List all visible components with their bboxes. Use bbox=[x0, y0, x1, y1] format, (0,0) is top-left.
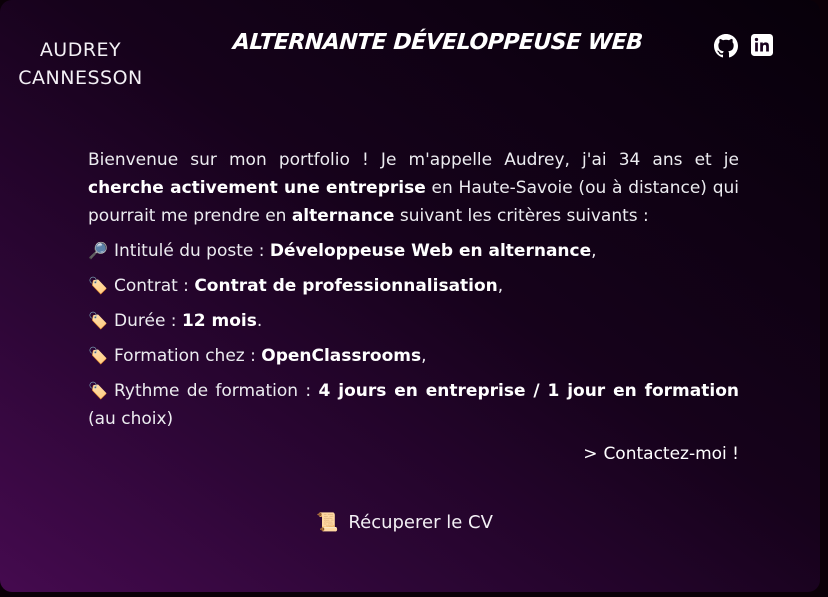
criteria-label: Durée : bbox=[114, 311, 182, 331]
criteria-list: 🔎 Intitulé du poste : Développeuse Web en… bbox=[88, 237, 739, 433]
contact-link[interactable]: > Contactez-moi ! bbox=[583, 444, 739, 464]
intro-highlight-search: cherche activement une entreprise bbox=[88, 178, 426, 198]
criteria-item-rhythm: 🏷️ Rythme de formation : 4 jours en entre… bbox=[88, 377, 739, 433]
label-tag-icon: 🏷️ bbox=[88, 346, 108, 365]
intro-text-3: suivant les critères suivants : bbox=[394, 206, 649, 226]
criteria-item-training: 🏷️ Formation chez : OpenClassrooms, bbox=[88, 342, 739, 370]
github-link[interactable] bbox=[714, 34, 738, 58]
chevron-right-icon: > bbox=[583, 444, 598, 464]
criteria-value: Contrat de professionnalisation bbox=[194, 276, 498, 296]
scroll-icon: 📜 bbox=[316, 512, 339, 533]
criteria-value: OpenClassrooms bbox=[261, 346, 422, 366]
name-first: AUDREY bbox=[39, 39, 122, 61]
criteria-label: Formation chez : bbox=[114, 346, 262, 366]
intro-section: Bienvenue sur mon portfolio ! Je m'appel… bbox=[88, 146, 739, 468]
site-owner-name[interactable]: AUDREY CANNESSON bbox=[8, 36, 153, 92]
download-cv-button[interactable]: 📜 Récuperer le CV bbox=[316, 512, 493, 533]
label-tag-icon: 🏷️ bbox=[88, 311, 108, 330]
criteria-value: Développeuse Web en alternance bbox=[269, 241, 592, 261]
magnifier-icon: 🔎 bbox=[88, 241, 108, 260]
criteria-suffix: , bbox=[591, 241, 597, 261]
page-title: ALTERNANTE DÉVELOPPEUSE WEB bbox=[232, 30, 644, 55]
criteria-item-duration: 🏷️ Durée : 12 mois. bbox=[88, 307, 739, 335]
intro-highlight-alternance: alternance bbox=[291, 206, 395, 226]
criteria-label: Contrat : bbox=[114, 276, 195, 296]
linkedin-icon bbox=[751, 34, 773, 56]
label-tag-icon: 🏷️ bbox=[88, 381, 108, 400]
criteria-value: 12 mois bbox=[181, 311, 257, 331]
criteria-label: Rythme de formation : bbox=[114, 381, 319, 401]
criteria-suffix: (au choix) bbox=[88, 409, 174, 429]
intro-text-1: Bienvenue sur mon portfolio ! Je m'appel… bbox=[88, 150, 739, 170]
linkedin-link[interactable] bbox=[751, 34, 773, 58]
name-last: CANNESSON bbox=[18, 67, 143, 89]
criteria-value: 4 jours en entreprise / 1 jour en format… bbox=[318, 381, 739, 401]
label-tag-icon: 🏷️ bbox=[88, 276, 108, 295]
github-icon bbox=[714, 34, 738, 58]
contact-row: > Contactez-moi ! bbox=[88, 440, 739, 468]
criteria-item-contract: 🏷️ Contrat : Contrat de professionnalisat… bbox=[88, 272, 739, 300]
criteria-suffix: . bbox=[256, 311, 263, 331]
criteria-suffix: , bbox=[421, 346, 427, 366]
contact-label: Contactez-moi ! bbox=[603, 444, 739, 464]
download-cv-label: Récuperer le CV bbox=[348, 512, 493, 533]
portfolio-card: AUDREY CANNESSON ALTERNANTE DÉVELOPPEUSE… bbox=[0, 0, 820, 592]
intro-paragraph: Bienvenue sur mon portfolio ! Je m'appel… bbox=[88, 146, 739, 230]
criteria-item-job-title: 🔎 Intitulé du poste : Développeuse Web en… bbox=[88, 237, 739, 265]
social-links bbox=[714, 34, 773, 58]
criteria-suffix: , bbox=[497, 276, 504, 296]
criteria-label: Intitulé du poste : bbox=[114, 241, 270, 261]
